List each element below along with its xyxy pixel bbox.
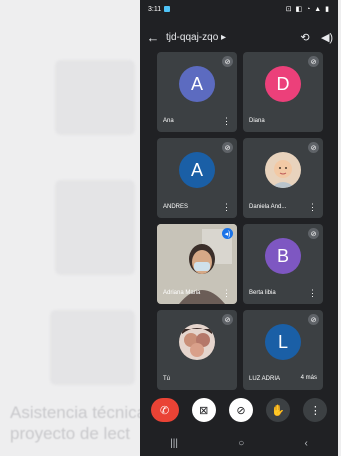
bg-card (50, 310, 135, 385)
more-participants-label[interactable]: 4 más (301, 375, 317, 381)
speaker-icon[interactable]: ◀) (316, 31, 338, 44)
more-options-button[interactable]: ⋮ (303, 398, 328, 422)
mic-off-icon: ⊘ (308, 142, 319, 153)
home-icon[interactable]: ○ (238, 438, 244, 449)
participant-name: Daniela And... (249, 204, 287, 210)
bg-text-line1: Asistencia técnica (10, 403, 147, 422)
phone-screen: 3:11 ⊡ ◧ ◔ ▲ ▮ ← tjd-qqaj-zqo ▸ ⟲ ◀) A ⊘… (140, 0, 338, 456)
avatar: A (179, 152, 215, 188)
participant-name: Ana (163, 118, 174, 124)
participant-tile[interactable]: ◂) Adriana Maria ⋮ (157, 224, 237, 304)
participant-name: Tú (163, 376, 171, 382)
participant-tile[interactable]: ⊘ Tú (157, 310, 237, 390)
participant-tile[interactable]: ⊘ Daniela And... ⋮ (243, 138, 323, 218)
bg-text-line2: proyecto de lect (10, 424, 131, 443)
meeting-code-text: tjd-qqaj-zqo (166, 31, 219, 43)
more-vert-icon[interactable]: ⋮ (222, 117, 231, 126)
avatar: D (265, 66, 301, 102)
status-time: 3:11 (148, 5, 162, 13)
participant-name: Adriana Maria (163, 290, 201, 296)
notification-icon (164, 6, 171, 12)
mic-off-icon: ⊘ (308, 314, 319, 325)
status-icons: ⊡ ◧ ◔ ▲ ▮ (285, 6, 330, 13)
mic-off-icon: ⊘ (308, 56, 319, 67)
participant-name: Diana (249, 118, 265, 124)
bg-card (55, 180, 135, 275)
more-vert-icon[interactable]: ⋮ (308, 289, 317, 298)
more-vert-icon[interactable]: ⋮ (308, 203, 317, 212)
end-call-button[interactable]: ✆ (150, 398, 179, 422)
app-bar: ← tjd-qqaj-zqo ▸ ⟲ ◀) (140, 24, 338, 50)
participant-tile[interactable]: L ⊘ LUZ ADRIA 4 más (243, 310, 323, 390)
avatar: L (265, 324, 301, 360)
camera-off-button[interactable]: ⊠ (191, 398, 216, 422)
profile-photo (265, 152, 301, 188)
participant-name: ANDRES (163, 204, 189, 210)
back-arrow-icon[interactable]: ← (140, 30, 166, 45)
back-icon[interactable]: ‹ (305, 438, 308, 449)
mic-off-icon: ⊘ (222, 142, 233, 153)
meeting-code[interactable]: tjd-qqaj-zqo ▸ (166, 32, 294, 43)
status-bar: 3:11 ⊡ ◧ ◔ ▲ ▮ (140, 0, 338, 18)
participant-name: LUZ ADRIA (249, 376, 281, 382)
more-vert-icon[interactable]: ⋮ (222, 203, 231, 212)
more-vert-icon[interactable]: ⋮ (222, 289, 231, 298)
participant-tile[interactable]: B ⊘ Berta libia ⋮ (243, 224, 323, 304)
mic-off-icon: ⊘ (222, 56, 233, 67)
profile-photo (179, 324, 215, 360)
raise-hand-button[interactable]: ✋ (266, 398, 291, 422)
participant-tile[interactable]: A ⊘ ANDRES ⋮ (157, 138, 237, 218)
mic-off-button[interactable]: ⊘ (228, 398, 253, 422)
mic-off-icon: ⊘ (308, 228, 319, 239)
avatar: A (179, 66, 215, 102)
android-nav-bar: ||| ○ ‹ (140, 430, 338, 456)
participant-name: Berta libia (249, 290, 276, 296)
recents-icon[interactable]: ||| (170, 438, 178, 449)
avatar: B (265, 238, 301, 274)
chevron-right-icon: ▸ (221, 31, 227, 43)
participant-tile[interactable]: D ⊘ Diana (243, 52, 323, 132)
call-controls: ✆ ⊠ ⊘ ✋ ⋮ (140, 395, 338, 425)
participant-grid: A ⊘ Ana ⋮ D ⊘ Diana A ⊘ ANDRES ⋮ ⊘ Danie… (157, 52, 323, 390)
mic-off-icon: ⊘ (222, 314, 233, 325)
switch-camera-icon[interactable]: ⟲ (294, 31, 316, 44)
bg-card (55, 60, 135, 135)
participant-tile[interactable]: A ⊘ Ana ⋮ (157, 52, 237, 132)
speaking-icon: ◂) (222, 228, 233, 239)
